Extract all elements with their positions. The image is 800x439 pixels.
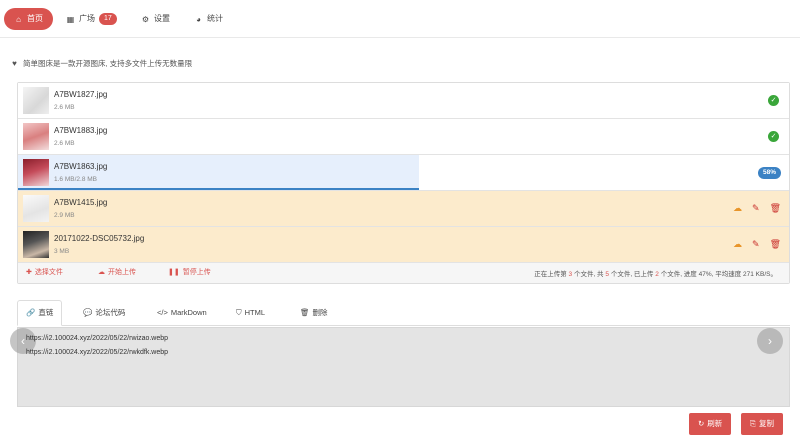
status-text: 个文件, 共	[573, 271, 604, 278]
cloud-upload-icon[interactable]: ☁	[733, 202, 742, 214]
file-thumbnail	[23, 195, 49, 222]
start-upload-label: 开始上传	[108, 269, 136, 276]
home-icon: ⌂	[16, 14, 21, 24]
status-done: 2	[655, 271, 659, 278]
trash-icon: 🗑	[300, 308, 310, 317]
file-row: 20171022-DSC05732.jpg 3 MB ☁ ✎ 🗑	[18, 227, 789, 263]
heart-icon: ♥	[12, 59, 17, 68]
trash-icon[interactable]: 🗑	[770, 238, 781, 250]
check-circle-icon: ✓	[768, 95, 779, 106]
file-size: 1.6 MB/2.8 MB	[54, 176, 97, 183]
file-size: 2.6 MB	[54, 104, 75, 111]
file-size: 3 MB	[54, 248, 70, 255]
status-total: 5	[605, 271, 609, 278]
row-actions: ☁ ✎ 🗑	[733, 238, 781, 250]
chevron-right-icon[interactable]: ›	[757, 328, 783, 354]
pause-icon: ❚❚	[168, 269, 180, 276]
status-text: 正在上传第	[534, 271, 567, 278]
file-name: A7BW1415.jpg	[54, 198, 108, 207]
tab-delete[interactable]: 🗑 删除	[292, 300, 336, 326]
top-nav: ⌂ 首页 ▦ 广场 17 ⚙ 设置 ◕ 统计	[0, 0, 800, 38]
check-circle-icon: ✓	[768, 131, 779, 142]
start-upload-button[interactable]: ☁ 开始上传	[98, 267, 136, 277]
tab-forum-code[interactable]: 💬 论坛代码	[75, 300, 133, 326]
chart-pie-icon: ◕	[196, 14, 201, 24]
file-thumbnail	[23, 87, 49, 114]
html5-icon: ⛉	[236, 308, 242, 317]
tab-label: HTML	[244, 308, 266, 317]
status-text: 个文件, 进度 47%, 平均速度 271 KB/S。	[660, 271, 777, 278]
upload-footer: ✚ 选择文件 ☁ 开始上传 ❚❚ 暂停上传 正在上传第 3 个文件, 共 5 个…	[18, 263, 789, 283]
nav-stats-label: 统计	[207, 14, 223, 23]
file-row: A7BW1883.jpg 2.6 MB ✓	[18, 119, 789, 155]
nav-settings[interactable]: ⚙ 设置	[141, 8, 170, 30]
intro-tip-text: 简单图床是一款开源图床, 支持多文件上传无数量限	[23, 59, 193, 68]
pause-upload-label: 暂停上传	[182, 269, 211, 276]
nav-home-label: 首页	[27, 14, 43, 23]
tab-markdown[interactable]: </> MarkDown	[149, 300, 215, 326]
file-thumbnail	[23, 123, 49, 150]
file-row: A7BW1827.jpg 2.6 MB ✓	[18, 83, 789, 119]
tab-label: MarkDown	[170, 308, 207, 317]
refresh-label: 刷新	[707, 419, 723, 428]
tab-html[interactable]: ⛉ HTML	[228, 300, 273, 326]
file-size: 2.9 MB	[54, 212, 75, 219]
upload-progress-bar	[18, 155, 419, 190]
cog-icon: ⚙	[141, 14, 150, 24]
tab-direct-link[interactable]: 🔗 直链	[17, 300, 63, 326]
result-links-box[interactable]: ‹ https://i2.100024.xyz/2022/05/22/rwiza…	[10, 327, 790, 407]
file-name: A7BW1863.jpg	[54, 162, 108, 171]
nav-square-badge: 17	[99, 13, 117, 25]
cloud-upload-icon[interactable]: ☁	[733, 238, 742, 250]
result-tabs: 🔗 直链 💬 论坛代码 </> MarkDown ⛉ HTML 🗑 删除	[17, 300, 790, 326]
file-size: 2.6 MB	[54, 140, 75, 147]
pause-upload-button[interactable]: ❚❚ 暂停上传	[168, 267, 211, 277]
pencil-icon[interactable]: ✎	[752, 238, 760, 250]
nav-square-label: 广场	[79, 14, 95, 23]
file-row: A7BW1863.jpg 1.6 MB/2.8 MB 58%	[18, 155, 789, 191]
copy-button[interactable]: ⎘ 复制	[741, 413, 783, 435]
file-list: A7BW1827.jpg 2.6 MB ✓ A7BW1883.jpg 2.6 M…	[17, 82, 790, 284]
file-name: A7BW1827.jpg	[54, 90, 108, 99]
upload-status: 正在上传第 3 个文件, 共 5 个文件, 已上传 2 个文件, 进度 47%,…	[534, 268, 777, 278]
result-link[interactable]: https://i2.100024.xyz/2022/05/22/rwkdfk.…	[26, 349, 168, 356]
result-link[interactable]: https://i2.100024.xyz/2022/05/22/rwizao.…	[26, 335, 168, 342]
comment-icon: 💬	[83, 308, 93, 317]
status-text: 个文件, 已上传	[610, 271, 654, 278]
plus-icon: ✚	[26, 269, 32, 276]
intro-tip: ♥ 简单图床是一款开源图床, 支持多文件上传无数量限	[10, 58, 192, 69]
file-thumbnail	[23, 159, 49, 186]
refresh-icon: ↻	[698, 419, 705, 428]
nav-settings-label: 设置	[154, 14, 170, 23]
refresh-button[interactable]: ↻ 刷新	[689, 413, 732, 435]
trash-icon[interactable]: 🗑	[770, 202, 781, 214]
file-thumbnail	[23, 231, 49, 258]
progress-badge: 58%	[757, 167, 781, 179]
status-current: 3	[568, 271, 573, 278]
file-row: A7BW1415.jpg 2.9 MB ☁ ✎ 🗑	[18, 191, 789, 227]
code-icon: </>	[157, 308, 168, 317]
link-icon: 🔗	[26, 308, 36, 317]
grid-icon: ▦	[66, 14, 75, 24]
tab-label: 论坛代码	[95, 308, 126, 317]
nav-square[interactable]: ▦ 广场 17	[66, 8, 117, 30]
nav-home[interactable]: ⌂ 首页	[4, 8, 53, 30]
nav-stats[interactable]: ◕ 统计	[194, 8, 223, 30]
file-name: 20171022-DSC05732.jpg	[54, 234, 145, 243]
file-name: A7BW1883.jpg	[54, 126, 108, 135]
select-files-label: 选择文件	[34, 269, 63, 276]
pencil-icon[interactable]: ✎	[752, 202, 760, 214]
cloud-upload-icon: ☁	[98, 269, 105, 276]
tab-label: 直链	[38, 308, 54, 317]
row-actions: ☁ ✎ 🗑	[733, 202, 781, 214]
copy-label: 复制	[759, 419, 774, 428]
select-files-button[interactable]: ✚ 选择文件	[26, 267, 63, 277]
tab-label: 删除	[312, 308, 328, 317]
copy-icon: ⎘	[750, 419, 756, 428]
